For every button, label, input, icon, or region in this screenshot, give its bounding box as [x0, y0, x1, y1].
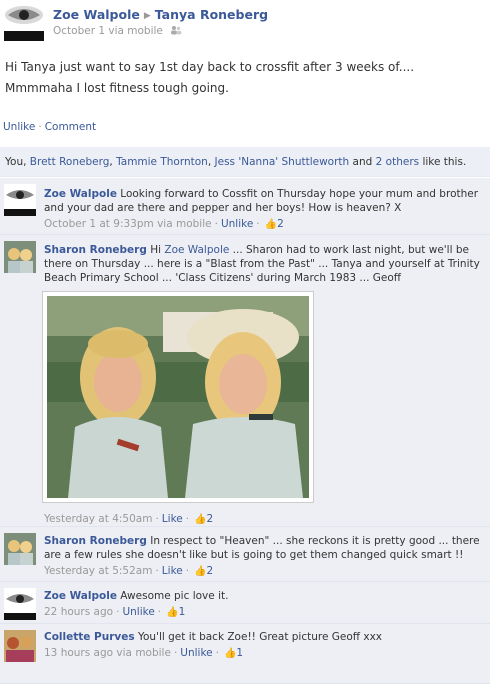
- comment-item: Zoe Walpole Awesome pic love it. 22 hour…: [0, 582, 490, 624]
- unlike-link[interactable]: Unlike: [122, 606, 154, 618]
- photo-image: [47, 296, 309, 498]
- comment-like-count[interactable]: 2: [277, 218, 284, 230]
- comment-timestamp[interactable]: 22 hours ago: [44, 606, 113, 618]
- comment-text-prefix: Hi: [150, 244, 165, 256]
- arrow-right-icon: ▶: [143, 11, 151, 21]
- comment-timestamp[interactable]: Yesterday at 4:50am: [44, 513, 152, 525]
- comment-body: Zoe Walpole Looking forward to Cossfit o…: [44, 187, 484, 232]
- comment-list: Zoe Walpole Looking forward to Cossfit o…: [0, 178, 490, 684]
- comment-text: Awesome pic love it.: [120, 590, 229, 602]
- like-link[interactable]: Like: [162, 565, 183, 577]
- author-avatar[interactable]: [4, 1, 44, 41]
- others-link[interactable]: 2 others: [376, 156, 419, 168]
- commenter-name-link[interactable]: Sharon Roneberg: [44, 244, 147, 256]
- friends-icon: [171, 26, 182, 35]
- comment-meta: Yesterday at 5:52am · Like · 👍2: [44, 565, 214, 579]
- comment-meta: 22 hours ago · Unlike · 👍1: [44, 606, 186, 620]
- commenter-avatar[interactable]: [4, 588, 36, 620]
- comment-meta: October 1 at 9:33pm via mobile · Unlike · 👍2: [44, 218, 284, 232]
- comment-timestamp[interactable]: October 1 at 9:33pm via mobile: [44, 218, 212, 230]
- thumbs-up-icon[interactable]: 👍: [166, 606, 178, 620]
- commenter-name-link[interactable]: Collette Purves: [44, 631, 135, 643]
- comment-item: Sharon Roneberg Hi Zoe Walpole ... Sharo…: [0, 235, 490, 527]
- attached-photo[interactable]: [42, 291, 314, 503]
- unlike-link[interactable]: Unlike: [3, 121, 35, 133]
- target-name-link[interactable]: Tanya Roneberg: [155, 7, 268, 22]
- unlike-link[interactable]: Unlike: [180, 647, 212, 659]
- comment-link[interactable]: Comment: [45, 121, 96, 133]
- comment-meta: Yesterday at 4:50am · Like · 👍2: [44, 513, 214, 525]
- comment-like-count[interactable]: 1: [179, 606, 186, 618]
- story-header: Zoe Walpole ▶ Tanya Roneberg October 1 via…: [0, 0, 492, 44]
- commenter-avatar[interactable]: [4, 630, 36, 662]
- comment-meta: 13 hours ago via mobile · Unlike · 👍1: [44, 647, 244, 661]
- comment-timestamp[interactable]: 13 hours ago via mobile: [44, 647, 171, 659]
- comment-item: Sharon Roneberg In respect to "Heaven" .…: [0, 527, 490, 582]
- likes-suffix: like this.: [419, 156, 467, 168]
- commenter-name-link[interactable]: Zoe Walpole: [44, 590, 117, 602]
- likes-summary: You, Brett Roneberg, Tammie Thornton, Je…: [0, 147, 490, 177]
- unlike-link[interactable]: Unlike: [221, 218, 253, 230]
- comment-item: Zoe Walpole Looking forward to Cossfit o…: [0, 178, 490, 235]
- commenter-name-link[interactable]: Sharon Roneberg: [44, 535, 147, 547]
- post-meta: October 1 via mobile: [53, 25, 182, 37]
- post-message: Hi Tanya just want to say 1st day back t…: [5, 60, 415, 95]
- commenter-avatar[interactable]: [4, 241, 36, 273]
- commenter-avatar[interactable]: [4, 184, 36, 216]
- story-title: Zoe Walpole ▶ Tanya Roneberg: [53, 7, 268, 22]
- thumbs-up-icon[interactable]: 👍: [194, 565, 206, 579]
- comment-like-count[interactable]: 1: [236, 647, 243, 659]
- comment-body: Zoe Walpole Awesome pic love it. 22 hour…: [44, 589, 484, 620]
- commenter-avatar[interactable]: [4, 533, 36, 565]
- comment-text: You'll get it back Zoe!! Great picture G…: [137, 631, 383, 643]
- comment-body: Sharon Roneberg In respect to "Heaven" .…: [44, 534, 484, 579]
- thumbs-up-icon[interactable]: 👍: [265, 218, 277, 232]
- post-actions: Unlike · Comment: [3, 121, 96, 133]
- likes-prefix: You,: [5, 156, 30, 168]
- liker-link[interactable]: Brett Roneberg: [30, 156, 110, 168]
- thumbs-up-icon[interactable]: 👍: [194, 514, 206, 525]
- comment-body: Collette Purves You'll get it back Zoe!!…: [44, 630, 484, 661]
- comment-timestamp[interactable]: Yesterday at 5:52am: [44, 565, 152, 577]
- comment-like-count[interactable]: 2: [207, 513, 214, 525]
- comment-body: Sharon Roneberg Hi Zoe Walpole ... Sharo…: [44, 243, 484, 285]
- liker-link[interactable]: Jess 'Nanna' Shuttleworth: [215, 156, 350, 168]
- liker-link[interactable]: Tammie Thornton: [116, 156, 208, 168]
- separator: ·: [38, 121, 42, 133]
- comment-like-count[interactable]: 2: [207, 565, 214, 577]
- author-name-link[interactable]: Zoe Walpole: [53, 7, 140, 22]
- thumbs-up-icon[interactable]: 👍: [224, 647, 236, 661]
- commenter-name-link[interactable]: Zoe Walpole: [44, 188, 117, 200]
- comment-item: Collette Purves You'll get it back Zoe!!…: [0, 624, 490, 684]
- mention-link[interactable]: Zoe Walpole: [164, 244, 229, 256]
- like-link[interactable]: Like: [162, 513, 183, 525]
- post-timestamp[interactable]: October 1 via mobile: [53, 25, 163, 37]
